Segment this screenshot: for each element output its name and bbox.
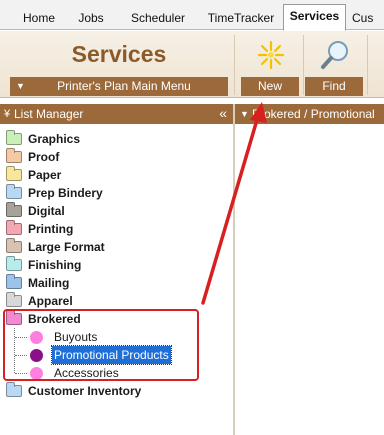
tab-home[interactable]: Home xyxy=(16,6,62,30)
tab-customers[interactable]: Cus xyxy=(348,6,384,30)
folder-label: Proof xyxy=(28,150,60,164)
toolbar-divider xyxy=(303,35,304,95)
folder-label: Paper xyxy=(28,168,62,182)
panel-splitter[interactable] xyxy=(233,104,235,435)
folder-icon xyxy=(6,238,22,253)
folder-icon xyxy=(6,382,22,397)
folder-label: Customer Inventory xyxy=(28,384,142,398)
folder-label: Digital xyxy=(28,204,65,218)
find-button-label: Find xyxy=(305,77,363,96)
folder-icon xyxy=(6,148,22,163)
new-button-label: New xyxy=(241,77,299,96)
toolbar-divider xyxy=(234,35,235,95)
tab-timetracker[interactable]: TimeTracker xyxy=(200,6,282,30)
services-toolbar: Services ▼ Printer's Plan Main Menu New xyxy=(0,31,384,98)
folder-label: Large Format xyxy=(28,240,105,254)
folder-icon xyxy=(6,274,22,289)
brokered-promotional-header[interactable]: ▼ Brokered / Promotional xyxy=(235,104,384,124)
folder-label: Mailing xyxy=(28,276,70,290)
main-menu-label: Printer's Plan Main Menu xyxy=(57,79,191,93)
folder-label: Graphics xyxy=(28,132,81,146)
folder-label: Prep Bindery xyxy=(28,186,103,200)
brokered-promotional-title: Brokered / Promotional xyxy=(252,107,375,121)
tab-jobs[interactable]: Jobs xyxy=(66,6,116,30)
sparkle-icon xyxy=(257,40,285,70)
magnifier-icon xyxy=(321,41,348,69)
folder-icon xyxy=(6,256,22,271)
folder-icon xyxy=(6,166,22,181)
folder-icon xyxy=(6,292,22,307)
double-chevron-down-icon: ¥ xyxy=(4,108,11,120)
list-manager-header[interactable]: ¥ List Manager « xyxy=(0,104,233,124)
top-tab-bar: Home Jobs Scheduler TimeTracker Services… xyxy=(0,0,384,31)
list-manager-tree: Graphics Proof Paper Prep Bindery Digita… xyxy=(0,126,233,435)
dropdown-arrow-icon: ▼ xyxy=(240,109,249,119)
collapse-panel-button[interactable]: « xyxy=(219,103,227,123)
find-button[interactable]: Find xyxy=(305,34,363,96)
folder-icon xyxy=(6,220,22,235)
main-menu-button[interactable]: ▼ Printer's Plan Main Menu xyxy=(10,77,228,96)
tab-scheduler[interactable]: Scheduler xyxy=(120,6,196,30)
folder-label: Printing xyxy=(28,222,74,236)
folder-label: Finishing xyxy=(28,258,82,272)
page-title: Services xyxy=(71,41,167,67)
folder-icon xyxy=(6,184,22,199)
tab-services[interactable]: Services xyxy=(283,4,346,31)
toolbar-divider xyxy=(367,35,368,95)
folder-label: Apparel xyxy=(28,294,73,308)
folder-icon xyxy=(6,202,22,217)
folder-icon xyxy=(6,130,22,145)
list-manager-title: List Manager xyxy=(14,107,84,121)
annotation-highlight-box xyxy=(3,309,199,381)
new-button[interactable]: New xyxy=(241,34,299,96)
